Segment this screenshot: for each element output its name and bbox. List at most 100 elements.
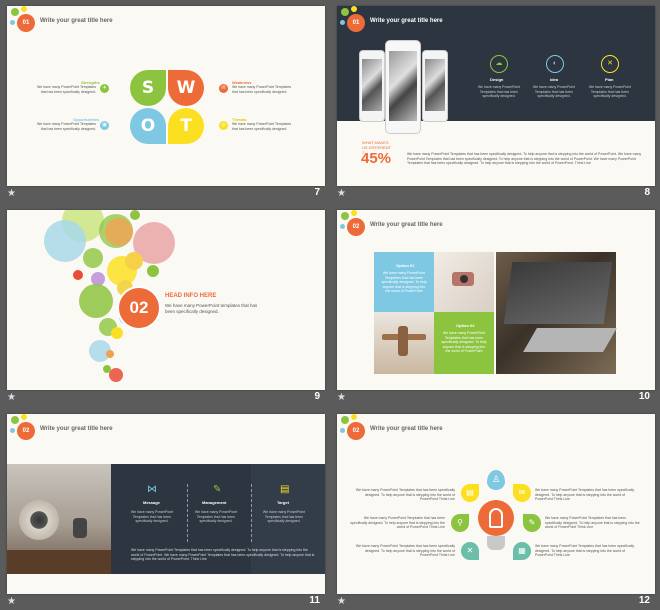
threats-text: We have many PowerPoint Templates that h… xyxy=(232,122,292,131)
design-icon: ☁ xyxy=(490,55,508,73)
design-text: We have many PowerPoint Templates that h… xyxy=(477,85,521,98)
slide-11-canvas: 02 Write your great title here ⋈ Message… xyxy=(7,414,325,594)
phone-right xyxy=(422,50,448,122)
wooden-plane-photo xyxy=(374,312,434,374)
section-badge: 01 xyxy=(17,14,35,32)
panel-paragraph: We have many PowerPoint Templates that h… xyxy=(131,548,315,561)
opportunities-text: We have many PowerPoint Templates that h… xyxy=(36,122,96,131)
divider-2 xyxy=(251,484,252,542)
head-info-text: We have many PowerPoint templates that h… xyxy=(165,303,258,314)
target-label: Target xyxy=(277,500,289,505)
slide-10-canvas: 02 Write your great title here Option 01… xyxy=(337,210,655,390)
left-text-2: We have many PowerPoint Templates that h… xyxy=(350,516,445,529)
lightbulb-icon xyxy=(478,500,514,536)
slide-number: 7 xyxy=(314,187,320,198)
opportunities-icon: ▣ xyxy=(100,121,109,130)
management-label: Management xyxy=(202,500,227,505)
bulb-base xyxy=(487,536,505,550)
section-badge: 02 xyxy=(17,422,35,440)
phone-center xyxy=(385,40,421,134)
option-01-text: We have many PowerPoint Templates that h… xyxy=(381,271,427,293)
plan-text: We have many PowerPoint Templates that h… xyxy=(588,85,632,98)
message-icon: ⋈ xyxy=(147,484,157,495)
right-text-2: We have many PowerPoint Templates that h… xyxy=(545,516,640,529)
weakness-icon: ✉ xyxy=(219,84,228,93)
chat-petal: ✉ xyxy=(513,484,531,502)
star-icon[interactable]: ★ xyxy=(337,393,346,403)
management-icon: ✎ xyxy=(213,484,222,495)
chart-petal: ▦ xyxy=(513,542,531,560)
star-icon[interactable]: ★ xyxy=(337,189,346,199)
option-02-box: Option 02 We have many PowerPoint Templa… xyxy=(434,312,494,374)
percent-value: 45% xyxy=(361,150,392,167)
strengths-text: We have many PowerPoint Templates that h… xyxy=(36,85,96,94)
design-label: Design xyxy=(490,77,504,82)
message-label: Message xyxy=(143,500,160,505)
slide-number: 9 xyxy=(314,391,320,402)
right-text-1: We have many PowerPoint Templates that h… xyxy=(535,488,635,501)
star-icon[interactable]: ★ xyxy=(337,597,346,607)
target-text: We have many PowerPoint Templates that h… xyxy=(262,510,306,523)
divider-1 xyxy=(187,484,188,542)
swot-o-petal: O xyxy=(130,108,166,144)
option-01-label: Option 01 xyxy=(396,263,415,268)
slide-9-canvas: 02 HEAD INFO HERE We have many PowerPoin… xyxy=(7,210,325,390)
thumbnail-slide-10[interactable]: 02 Write your great title here Option 01… xyxy=(330,204,655,404)
weakness-text: We have many PowerPoint Templates that h… xyxy=(232,85,292,94)
strengths-icon: ✈ xyxy=(100,84,109,93)
laptop-photo xyxy=(496,252,617,374)
section-number-badge: 02 xyxy=(117,286,161,330)
edit-petal: ✎ xyxy=(523,514,541,532)
speaker-photo xyxy=(7,464,111,574)
idea-label: Idea xyxy=(550,77,559,82)
head-info-title: HEAD INFO HERE xyxy=(165,293,217,299)
person-petal: ♙ xyxy=(487,470,505,490)
thumbnail-slide-11[interactable]: 02 Write your great title here ⋈ Message… xyxy=(0,408,325,608)
slide-number: 12 xyxy=(638,595,650,606)
right-text-3: We have many PowerPoint Templates that h… xyxy=(535,544,635,557)
phone-left xyxy=(359,50,385,122)
message-text: We have many PowerPoint Templates that h… xyxy=(130,510,174,523)
idea-text: We have many PowerPoint Templates that h… xyxy=(532,85,576,98)
slide-12-canvas: 02 Write your great title here ♙ ▤ ✉ ⚲ ✎… xyxy=(337,414,655,594)
left-text-1: We have many PowerPoint Templates that h… xyxy=(355,488,455,501)
search-petal: ⚲ xyxy=(451,514,469,532)
thumbnail-slide-9[interactable]: 02 HEAD INFO HERE We have many PowerPoin… xyxy=(0,204,325,404)
slide-number: 8 xyxy=(644,187,650,198)
tools-petal: ✕ xyxy=(461,542,479,560)
left-text-3: We have many PowerPoint Templates that h… xyxy=(355,544,455,557)
swot-s-petal: S xyxy=(130,70,166,106)
management-text: We have many PowerPoint Templates that h… xyxy=(194,510,238,523)
section-badge: 02 xyxy=(347,218,365,236)
swot-t-petal: T xyxy=(168,108,204,144)
slide-number: 10 xyxy=(638,391,650,402)
target-icon: ▤ xyxy=(280,484,290,495)
paragraph-text: We have many PowerPoint Templates that h… xyxy=(407,152,642,165)
slide-number: 11 xyxy=(309,595,320,606)
slide-title: Write your great title here xyxy=(370,426,443,432)
star-icon[interactable]: ★ xyxy=(7,189,16,199)
document-petal: ▤ xyxy=(461,484,479,502)
slide-title: Write your great title here xyxy=(40,18,113,24)
swot-w-petal: W xyxy=(168,70,204,106)
slide-7-canvas: 01 Write your great title here S W O T S… xyxy=(7,6,325,186)
slide-title: Write your great title here xyxy=(370,18,443,24)
thumbnail-slide-8[interactable]: 01 Write your great title here ☁ Design … xyxy=(330,0,655,200)
option-02-text: We have many PowerPoint Templates that h… xyxy=(441,331,487,353)
slide-title: Write your great title here xyxy=(370,222,443,228)
idea-icon: ◐ xyxy=(546,55,564,73)
thumbnail-slide-12[interactable]: 02 Write your great title here ♙ ▤ ✉ ⚲ ✎… xyxy=(330,408,655,608)
section-badge: 02 xyxy=(347,422,365,440)
slide-title: Write your great title here xyxy=(40,426,113,432)
star-icon[interactable]: ★ xyxy=(7,393,16,403)
thumbnail-slide-7[interactable]: 01 Write your great title here S W O T S… xyxy=(0,0,325,200)
threats-icon: ◎ xyxy=(219,121,228,130)
camera-photo xyxy=(434,252,494,312)
plan-label: Plan xyxy=(605,77,614,82)
star-icon[interactable]: ★ xyxy=(7,597,16,607)
section-badge: 01 xyxy=(347,14,365,32)
slide-8-canvas: 01 Write your great title here ☁ Design … xyxy=(337,6,655,186)
option-01-box: Option 01 We have many PowerPoint Templa… xyxy=(374,252,434,312)
option-02-label: Option 02 xyxy=(456,323,475,328)
plan-icon: ✕ xyxy=(601,55,619,73)
